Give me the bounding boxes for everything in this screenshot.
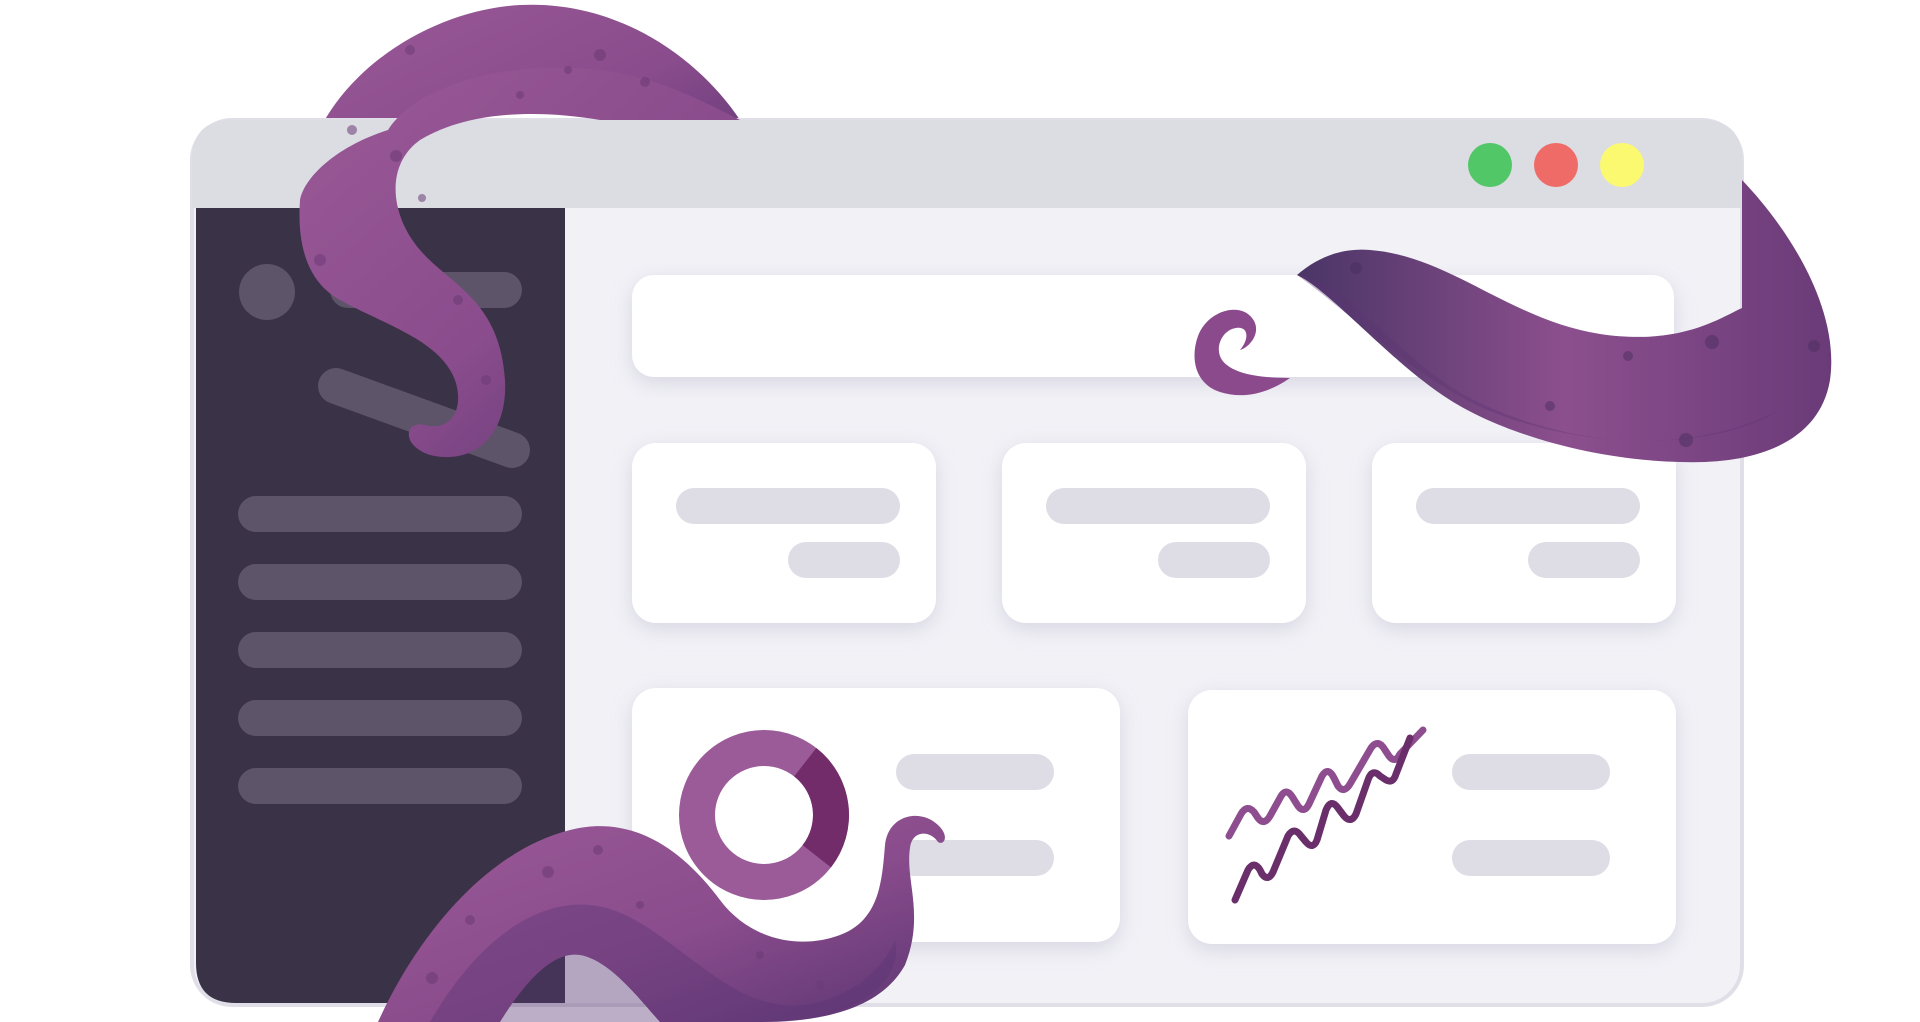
illustration-stage	[0, 0, 1920, 1022]
dashboard-illustration	[190, 4, 1832, 1022]
stat-card-1-value	[788, 542, 900, 578]
sidebar-item-3[interactable]	[238, 632, 522, 668]
window-control-red[interactable]	[1534, 143, 1578, 187]
window-control-green[interactable]	[1468, 143, 1512, 187]
line-legend-2	[1452, 840, 1610, 876]
sidebar-item-2[interactable]	[238, 564, 522, 600]
donut-legend-2	[896, 840, 1054, 876]
stat-card-1-title	[676, 488, 900, 524]
stat-card-2[interactable]	[1002, 443, 1306, 623]
donut-legend-1	[896, 754, 1054, 790]
stat-card-3-value	[1528, 542, 1640, 578]
line-chart-card[interactable]	[1188, 690, 1676, 944]
line-legend-1	[1452, 754, 1610, 790]
sidebar-item-1[interactable]	[238, 496, 522, 532]
app-window	[190, 118, 1744, 1007]
window-control-yellow[interactable]	[1600, 143, 1644, 187]
stat-card-1[interactable]	[632, 443, 936, 623]
stat-card-2-value	[1158, 542, 1270, 578]
sidebar-avatar-icon[interactable]	[239, 264, 295, 320]
stat-card-3-title	[1416, 488, 1640, 524]
sidebar-item-4[interactable]	[238, 700, 522, 736]
stat-card-2-title	[1046, 488, 1270, 524]
stat-card-3[interactable]	[1372, 443, 1676, 623]
sidebar-item-5[interactable]	[238, 768, 522, 804]
